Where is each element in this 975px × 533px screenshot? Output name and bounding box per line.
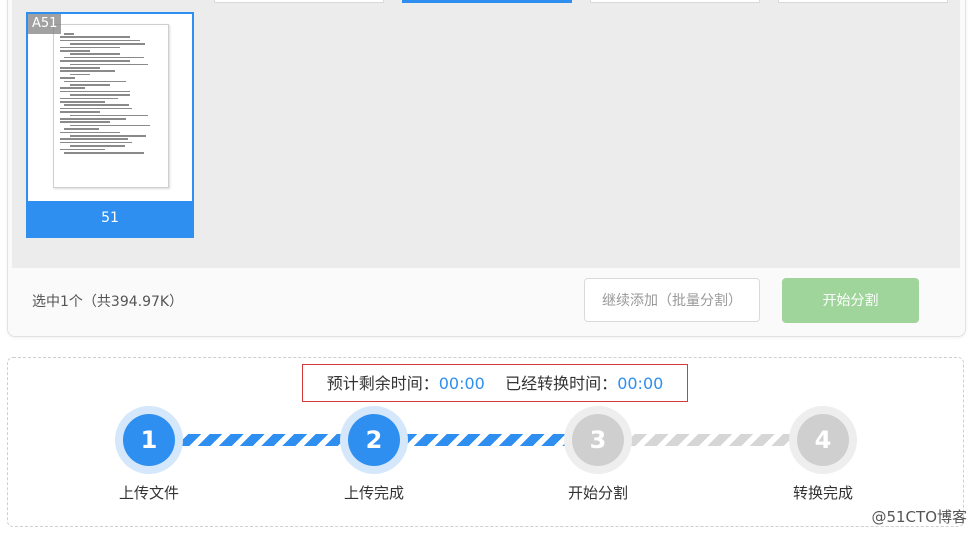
text-line (70, 73, 90, 76)
page-tag: A51 (28, 14, 62, 34)
text-line (70, 63, 148, 66)
page-number-label: 51 (28, 201, 192, 236)
selection-summary: 选中1个（共394.97K） (32, 294, 184, 310)
text-line (60, 107, 132, 110)
step-number: 1 (123, 414, 175, 466)
page-thumbnail-stub[interactable] (402, 0, 572, 3)
text-line (64, 128, 99, 130)
text-line (64, 56, 144, 59)
text-line (70, 145, 125, 147)
step-1-indicator: 1 (115, 406, 183, 474)
page-thumbnail-card[interactable]: A51 51 (26, 12, 194, 238)
elapsed-time-value: 00:00 (617, 374, 664, 393)
text-line (60, 148, 105, 151)
text-line (60, 60, 130, 62)
text-line (60, 141, 132, 144)
text-line (64, 152, 144, 154)
text-line (60, 46, 120, 49)
text-line (60, 121, 110, 123)
step-number: 2 (348, 414, 400, 466)
remaining-time-value: 00:00 (438, 374, 485, 393)
remaining-time-label: 预计剩余时间： (326, 374, 439, 393)
text-line (60, 39, 140, 42)
text-line (64, 104, 129, 106)
page-thumbnail-stub[interactable] (590, 0, 760, 3)
text-line (60, 138, 128, 140)
watermark: @51CTO博客 (871, 508, 967, 526)
text-line (60, 50, 90, 52)
step-2-indicator: 2 (340, 406, 408, 474)
text-line (60, 77, 75, 79)
progress-connector (395, 434, 575, 446)
text-line (60, 101, 105, 103)
timer-box: 预计剩余时间：00:00 已经转换时间：00:00 (302, 364, 688, 402)
step-2-label: 上传完成 (343, 484, 404, 502)
elapsed-time-label: 已经转换时间： (505, 374, 618, 393)
page-thumbnail-stub[interactable] (214, 0, 384, 3)
text-line (64, 80, 126, 83)
page-thumbnail-stub[interactable] (778, 0, 948, 3)
text-line (70, 53, 120, 55)
text-line (60, 67, 100, 69)
step-number: 3 (572, 414, 624, 466)
text-line (70, 84, 110, 86)
text-line (60, 90, 130, 93)
text-line (60, 36, 130, 38)
step-3-label: 开始分割 (567, 484, 628, 502)
text-line (60, 118, 126, 120)
text-line (60, 87, 85, 89)
text-line (64, 33, 74, 35)
step-1-label: 上传文件 (118, 484, 179, 502)
text-line (70, 94, 130, 96)
step-3-indicator: 3 (564, 406, 632, 474)
text-line (60, 70, 115, 72)
text-line (60, 111, 100, 113)
text-line (70, 124, 150, 127)
text-line (70, 43, 145, 45)
text-line (70, 135, 146, 137)
step-4-label: 转换完成 (792, 484, 853, 502)
text-line (60, 131, 120, 134)
start-split-button[interactable]: 开始分割 (782, 278, 919, 323)
continue-add-button[interactable]: 继续添加（批量分割） (584, 278, 760, 322)
text-line (70, 114, 148, 117)
step-number: 4 (797, 414, 849, 466)
document-page-preview (53, 24, 169, 188)
step-4-indicator: 4 (789, 406, 857, 474)
text-line (60, 97, 118, 100)
